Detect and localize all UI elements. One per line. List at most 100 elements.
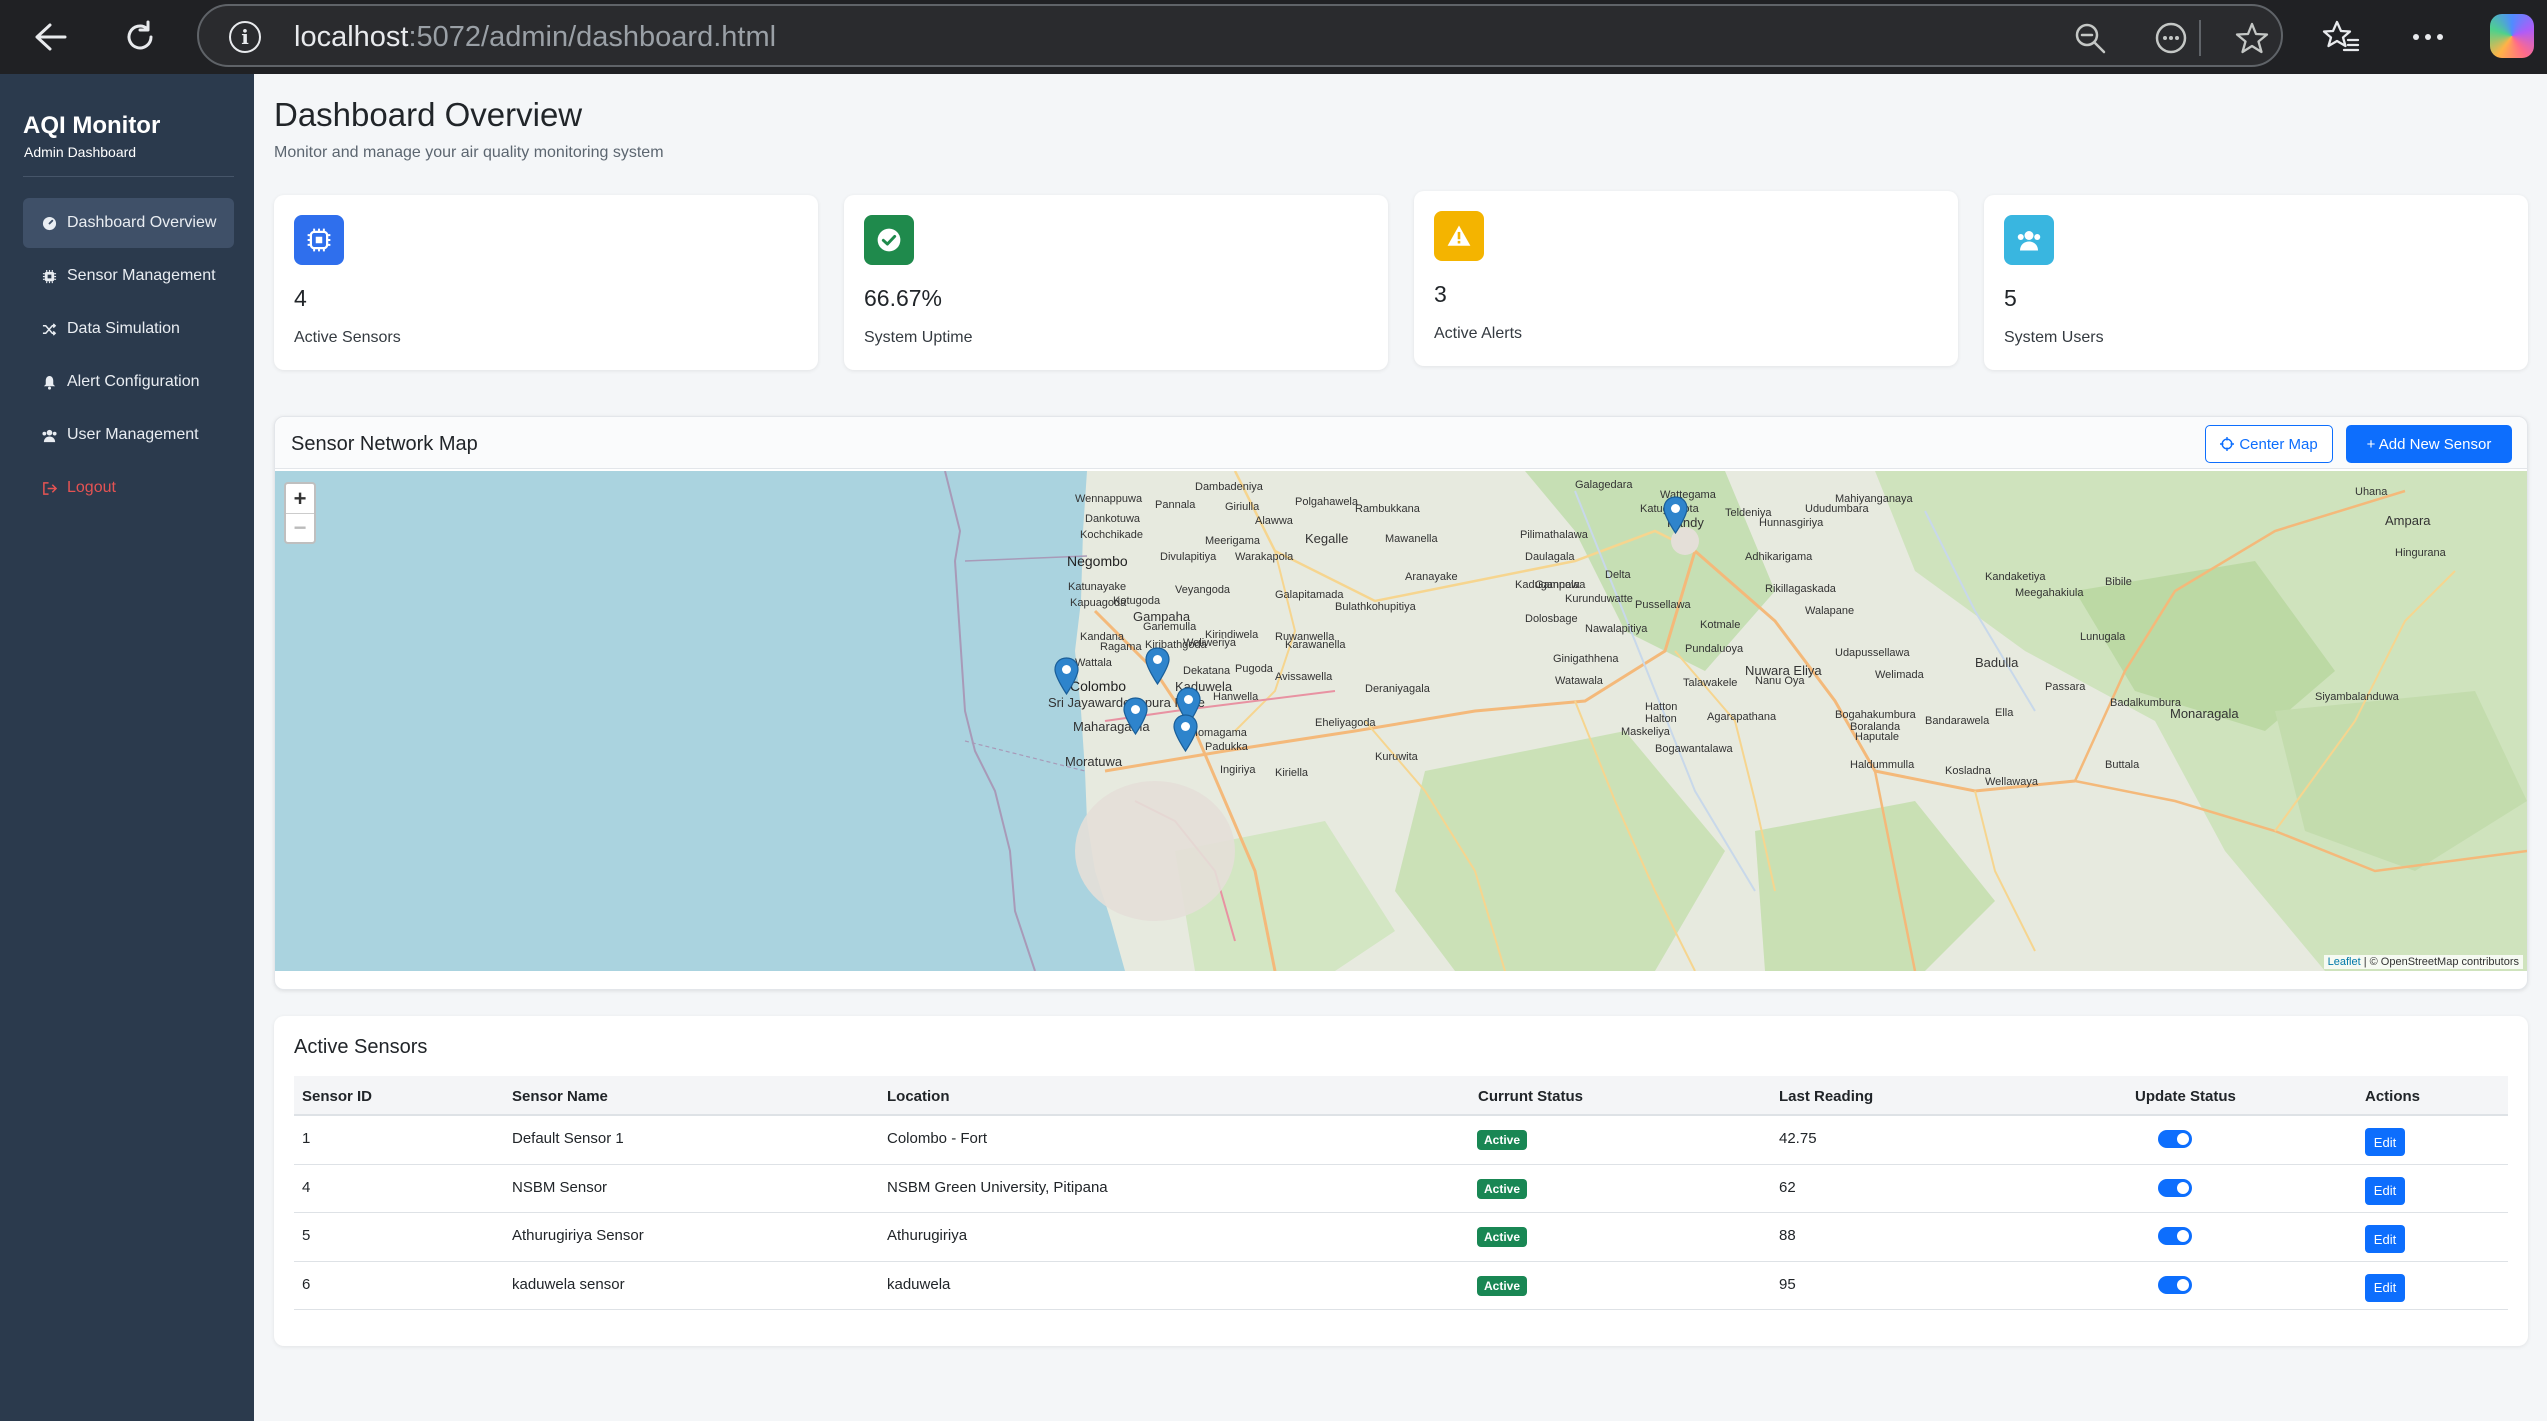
map-place-label: Rikillagaskada xyxy=(1765,583,1836,595)
stat-label: Active Alerts xyxy=(1434,325,1523,342)
favorite-star-icon[interactable] xyxy=(2234,20,2270,56)
center-map-button[interactable]: Center Map xyxy=(2205,425,2333,463)
map-place-label: Boralanda xyxy=(1850,721,1901,733)
update-status-toggle[interactable] xyxy=(2158,1275,2192,1294)
menu-dots-icon[interactable] xyxy=(2405,14,2451,60)
sensor-marker-icon[interactable] xyxy=(1145,647,1170,690)
sensor-marker-icon[interactable] xyxy=(1054,657,1079,700)
copilot-icon[interactable] xyxy=(2490,14,2534,58)
edit-button[interactable]: Edit xyxy=(2365,1176,2405,1205)
last-reading: 88 xyxy=(1779,1227,1796,1244)
map-place-label: Kotmale xyxy=(1700,619,1741,631)
map-place-label: Gampola xyxy=(1535,579,1580,591)
back-icon[interactable] xyxy=(26,12,76,62)
status-badge: Active xyxy=(1477,1130,1527,1150)
map-place-label: Padukka xyxy=(1205,741,1248,753)
update-status-toggle[interactable] xyxy=(2158,1178,2192,1197)
map-place-label: Nawalapitiya xyxy=(1585,623,1648,635)
reload-icon[interactable] xyxy=(115,12,165,62)
map-place-label: Kurunduwatte xyxy=(1565,593,1633,605)
crosshair-icon xyxy=(2220,437,2235,451)
sensor-id: 5 xyxy=(302,1227,311,1244)
sidebar-item-data-simulation[interactable]: Data Simulation xyxy=(23,304,234,354)
column-header: Update Status xyxy=(2135,1088,2236,1105)
map-place-label: Pugoda xyxy=(1235,663,1273,675)
stat-card-active-alerts: 3 Active Alerts xyxy=(1414,191,1958,366)
map-title: Sensor Network Map xyxy=(291,433,478,455)
sensor-location: NSBM Green University, Pitipana xyxy=(887,1178,1108,1196)
column-header: Sensor ID xyxy=(302,1088,373,1105)
sensor-marker-icon[interactable] xyxy=(1123,697,1148,740)
table-row: 1 Default Sensor 1 Colombo - Fort Active… xyxy=(294,1116,2508,1165)
stat-label: System Users xyxy=(2004,329,2104,346)
map-place-label: Kotugoda xyxy=(1113,595,1161,607)
map-place-label: Alawwa xyxy=(1255,515,1293,527)
map-place-label: Moratuwa xyxy=(1065,754,1123,769)
map-place-label: Welimada xyxy=(1875,669,1924,681)
map-place-label: Rambukkana xyxy=(1355,503,1420,515)
map-tiles[interactable] xyxy=(275,471,2527,971)
sensor-name: Athurugiriya Sensor xyxy=(512,1227,644,1244)
map-view[interactable]: + − Dambadeniya Wennappuwa Pannala Giriulla… xyxy=(275,471,2527,971)
map-place-label: Haldummulla xyxy=(1850,759,1915,771)
column-header: Last Reading xyxy=(1779,1088,1874,1105)
sidebar-divider xyxy=(23,176,234,177)
attribution-text: | © OpenStreetMap contributors xyxy=(2360,956,2519,968)
leaflet-link[interactable]: Leaflet xyxy=(2328,956,2361,968)
map-place-label: Hatton xyxy=(1645,701,1678,713)
zoom-out-button[interactable]: − xyxy=(286,513,314,542)
map-place-label: Bogahakumbura xyxy=(1835,709,1916,721)
update-status-toggle[interactable] xyxy=(2158,1130,2192,1148)
gauge-icon xyxy=(39,216,59,231)
add-sensor-button[interactable]: + Add New Sensor xyxy=(2346,425,2512,463)
map-place-label: Teldeniya xyxy=(1725,507,1772,519)
sidebar-item-user-management[interactable]: User Management xyxy=(23,410,234,460)
sidebar-item-label: Data Simulation xyxy=(67,320,180,337)
map-place-label: Deraniyagala xyxy=(1365,683,1430,695)
map-place-label: Badulla xyxy=(1975,655,2019,670)
sensor-id: 1 xyxy=(302,1130,311,1147)
sidebar-item-logout[interactable]: Logout xyxy=(23,463,234,513)
map-place-label: Maskeliya xyxy=(1621,726,1670,738)
edit-button[interactable]: Edit xyxy=(2365,1225,2405,1253)
map-place-label: Ginigathhena xyxy=(1553,653,1619,665)
last-reading: 95 xyxy=(1779,1275,1796,1293)
edit-button[interactable]: Edit xyxy=(2365,1128,2405,1156)
map-place-label: Kegalle xyxy=(1305,531,1349,546)
address-bar[interactable]: i localhost:5072/admin/dashboard.html xyxy=(197,4,2283,67)
sensor-name: Default Sensor 1 xyxy=(512,1130,624,1147)
sensor-id: 4 xyxy=(302,1178,311,1196)
sensor-map-card: Sensor Network Map Center Map + Add New … xyxy=(274,416,2528,990)
edit-button[interactable]: Edit xyxy=(2365,1273,2405,1302)
map-place-label: Adhikarigama xyxy=(1745,551,1813,563)
sidebar-item-label: Dashboard Overview xyxy=(67,214,217,231)
map-place-label: Aranayake xyxy=(1405,571,1458,583)
zoom-in-button[interactable]: + xyxy=(286,484,314,513)
update-status-toggle[interactable] xyxy=(2158,1227,2192,1245)
sidebar-item-alert-configuration[interactable]: Alert Configuration xyxy=(23,357,234,407)
favorites-list-icon[interactable] xyxy=(2318,14,2364,60)
stat-value: 5 xyxy=(2004,285,2017,311)
map-place-label: Ududumbara xyxy=(1805,503,1869,515)
zoom-icon[interactable] xyxy=(2072,20,2108,56)
stat-label: System Uptime xyxy=(864,329,973,346)
map-place-label: Agarapathana xyxy=(1707,711,1777,723)
sidebar-item-sensor-management[interactable]: Sensor Management xyxy=(23,251,234,301)
more-circle-icon[interactable] xyxy=(2153,20,2189,56)
status-badge: Active xyxy=(1477,1275,1527,1296)
sensor-name: kaduwela sensor xyxy=(512,1275,625,1293)
sidebar-item-dashboard-overview[interactable]: Dashboard Overview xyxy=(23,198,234,248)
people-icon xyxy=(2004,215,2054,265)
sensor-location: Colombo - Fort xyxy=(887,1130,988,1147)
table-row: 4 NSBM Sensor NSBM Green University, Pit… xyxy=(294,1165,2508,1213)
map-zoom-control[interactable]: + − xyxy=(284,482,316,544)
brand-subtitle: Admin Dashboard xyxy=(24,144,137,160)
map-place-label: Negombo xyxy=(1067,553,1128,569)
sensor-marker-icon[interactable] xyxy=(1173,714,1198,757)
sensor-marker-icon[interactable] xyxy=(1663,496,1688,539)
map-place-label: Karawanella xyxy=(1285,639,1346,651)
page-subtitle: Monitor and manage your air quality moni… xyxy=(274,144,664,161)
map-place-label: Ingiriya xyxy=(1220,764,1256,776)
site-info-icon[interactable]: i xyxy=(229,21,261,53)
sensors-table: Sensor ID Sensor Name Location Currunt S… xyxy=(294,1076,2508,1310)
